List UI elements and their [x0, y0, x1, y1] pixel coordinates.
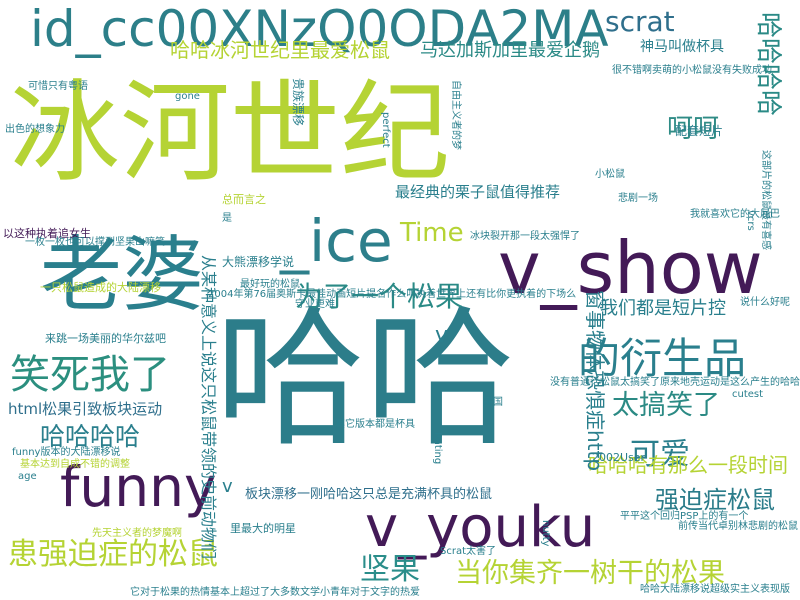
cloud-word: 没有普通话松鼠太搞笑了原来地壳运动是这么产生的哈哈	[550, 377, 800, 388]
cloud-word: gone	[175, 91, 200, 102]
cloud-word: 基本达到自成不错的调整	[20, 459, 130, 470]
cloud-word: 自由主义者的梦	[450, 80, 461, 150]
cloud-word: 小松鼠	[595, 169, 625, 180]
cloud-word: 前传当代卓别林悲剧的松鼠	[678, 521, 798, 532]
cloud-word: 总而言之	[222, 193, 266, 206]
cloud-word: 大熊漂移学说	[222, 255, 295, 269]
cloud-word: 当你集齐一树干的松果	[455, 558, 725, 589]
cloud-word: 哈哈大陆漂移说超级实主义表现版	[640, 584, 790, 595]
cloud-word: 是	[222, 213, 232, 224]
cloud-word: perfect	[380, 112, 391, 148]
cloud-word: 出色的想象力	[5, 124, 65, 135]
cloud-word: 这部片的松鼠最有喜感	[760, 150, 771, 250]
cloud-word: 冰块裂开那一段太强悍了	[470, 231, 580, 242]
cloud-word: 哈哈	[215, 293, 516, 467]
cloud-word: 马达加斯加里最爱企鹅	[420, 40, 600, 61]
cloud-word: Scrat太害了	[440, 546, 497, 557]
word-cloud: 冰河世纪 哈哈 老婆 v_show id_cc00XNzQ0ODA2MA v_youku f…	[0, 0, 800, 600]
cloud-word: 2002User	[592, 451, 646, 464]
cloud-word: 守业更难	[295, 299, 335, 310]
cloud-word: 很不错啊卖萌的小松鼠没有失败成功	[612, 65, 772, 76]
cloud-word: 其它版本都是杯具	[335, 419, 415, 430]
cloud-word: 坚果	[360, 552, 420, 587]
cloud-word: nutty	[540, 520, 551, 547]
cloud-word: 太搞笑了	[612, 390, 720, 421]
cloud-word: 2004年第76届奥斯卡最佳动画短片提名作么叫执着世界上还有比你更执着的下场么	[208, 289, 577, 300]
cloud-word: v	[222, 476, 233, 497]
cloud-word: 配套短片	[675, 124, 724, 138]
cloud-word: 美国	[483, 397, 503, 408]
cloud-word: 最好玩的松鼠	[240, 279, 300, 290]
cloud-word: 来跳一场美丽的华尔兹吧	[45, 332, 166, 345]
cloud-word: 最经典的栗子鼠值得推荐	[395, 183, 561, 201]
cloud-word: v	[435, 323, 449, 348]
cloud-word: 笑死我了	[10, 352, 170, 398]
cloud-word: 说什么好呢	[740, 297, 790, 308]
cloud-word: 一枚一枚也可以撑到坚果山嘛笑	[25, 237, 165, 248]
cloud-word: 从某种意义上说这只松鼠带领的史前动物们	[199, 255, 218, 560]
cloud-word: Rating	[432, 432, 443, 465]
cloud-word: 哈哈哈哈	[753, 12, 783, 117]
cloud-word: 它对于松果的热情基本上超过了大多数文学小青年对于文字的热爱	[130, 587, 420, 598]
cloud-word: 强迫症松鼠	[655, 486, 775, 514]
cloud-word: _ice	[280, 207, 393, 275]
cloud-word: 神马叫做杯具	[640, 39, 724, 55]
cloud-word: 平平这个回归PSP上的有一个	[620, 511, 749, 522]
cloud-word: html松果引致板块运动	[8, 400, 163, 418]
cloud-word: 我们都是短片控	[600, 298, 726, 319]
cloud-word: 贵族漂移	[291, 78, 305, 127]
cloud-word: vcrs	[745, 210, 756, 231]
cloud-word: Time	[400, 218, 464, 248]
cloud-word: 哈哈冰河世纪里最爱松鼠	[170, 38, 390, 62]
cloud-word: 哈哈哈哈	[40, 422, 141, 451]
cloud-word: 先天主义者的梦魔啊	[92, 528, 182, 539]
cloud-word: 里最大的明星	[230, 522, 296, 535]
cloud-word: age	[18, 471, 37, 482]
cloud-word: cutest	[732, 389, 764, 400]
cloud-word: funny版本的大陆漂移说	[12, 447, 121, 458]
cloud-word: 悲剧一场	[618, 193, 658, 204]
cloud-word: 板块漂移一刚哈哈这只总是充满杯具的松鼠	[245, 487, 493, 502]
cloud-word: 可惜只有粤语	[28, 81, 88, 92]
cloud-word: scrat	[605, 5, 675, 38]
cloud-word: 一只松鼠造成的大陆漂移	[40, 281, 161, 294]
cloud-word: 患强迫症的松鼠	[8, 537, 218, 572]
